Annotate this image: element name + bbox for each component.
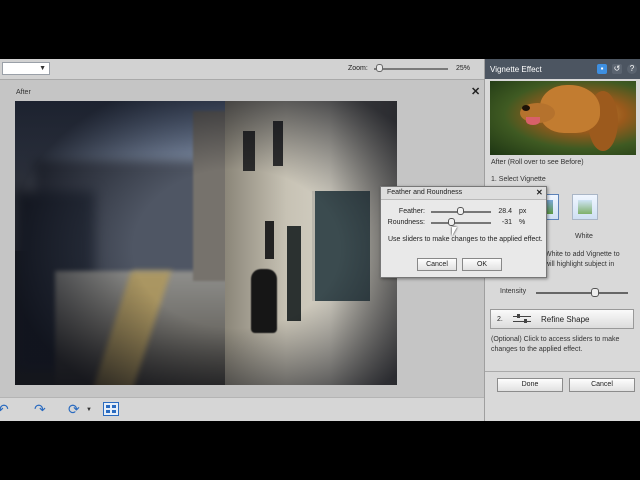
undo-icon[interactable]: ↶ xyxy=(0,401,9,418)
refine-shape-button[interactable]: 2. Refine Shape xyxy=(490,309,634,329)
intensity-slider-handle[interactable] xyxy=(591,288,599,297)
vignette-overlay xyxy=(15,101,397,385)
roundness-unit: % xyxy=(519,219,526,226)
refine-help-text: (Optional) Click to access sliders to ma… xyxy=(491,336,620,353)
mouse-cursor-icon xyxy=(452,227,457,236)
roundness-value: -31 xyxy=(501,219,512,226)
bottom-toolbar: ↶ ↷ ⟳ ▼ xyxy=(0,397,484,421)
refine-shape-label: Refine Shape xyxy=(541,315,590,324)
feather-unit: px xyxy=(519,208,527,215)
roundness-label: Roundness: xyxy=(387,219,425,226)
zoom-label: Zoom: xyxy=(348,65,368,72)
grid-icon[interactable] xyxy=(103,402,119,416)
style-description-line2: will highlight subject in xyxy=(545,261,615,268)
refine-step-number: 2. xyxy=(497,316,503,323)
chevron-down-icon: ▼ xyxy=(39,65,46,72)
refresh-icon[interactable]: ↺ xyxy=(612,64,622,74)
close-icon[interactable]: ✕ xyxy=(536,188,543,197)
feather-slider-handle[interactable] xyxy=(457,207,464,215)
dialog-title: Feather and Roundness xyxy=(387,189,463,196)
redo-icon[interactable]: ↷ xyxy=(34,401,46,418)
preview-caption: After (Roll over to see Before) xyxy=(491,159,584,166)
help-icon[interactable]: ? xyxy=(627,64,637,74)
panel-title: Vignette Effect xyxy=(490,65,542,74)
dialog-ok-button[interactable]: OK xyxy=(462,258,502,271)
intensity-label: Intensity xyxy=(500,288,527,295)
feather-roundness-dialog: Feather and Roundness ✕ Feather: 28.4 px… xyxy=(380,186,547,278)
white-vignette-option[interactable] xyxy=(572,194,598,220)
white-option-label: White xyxy=(575,233,593,240)
roundness-slider[interactable] xyxy=(431,222,491,224)
view-mode-select[interactable]: ▼ xyxy=(2,62,50,75)
zoom-value: 25% xyxy=(456,65,471,72)
rotate-icon[interactable]: ⟳ xyxy=(68,401,80,418)
photo-canvas[interactable] xyxy=(15,101,397,385)
intensity-slider[interactable] xyxy=(536,292,628,294)
dialog-cancel-button[interactable]: Cancel xyxy=(417,258,457,271)
roundness-slider-handle[interactable] xyxy=(448,218,455,226)
chevron-down-icon[interactable]: ▼ xyxy=(86,407,92,413)
dialog-help-text: Use sliders to make changes to the appli… xyxy=(388,236,543,243)
zoom-slider-handle[interactable] xyxy=(376,64,383,72)
cancel-button[interactable]: Cancel xyxy=(569,378,635,392)
divider xyxy=(485,371,640,372)
zoom-slider[interactable] xyxy=(374,68,448,70)
image-icon[interactable]: ▪ xyxy=(597,64,607,74)
style-description-line1: White to add Vignette to xyxy=(545,251,620,258)
panel-header: Vignette Effect ▪ ↺ ? xyxy=(485,59,640,79)
feather-value: 28.4 xyxy=(498,208,512,215)
view-label: After xyxy=(16,89,31,96)
done-button[interactable]: Done xyxy=(497,378,563,392)
close-icon[interactable]: ✕ xyxy=(471,85,480,98)
sliders-icon xyxy=(513,314,531,324)
feather-label: Feather: xyxy=(398,208,425,215)
top-toolbar: ▼ Zoom: 25% xyxy=(0,59,484,80)
dialog-titlebar: Feather and Roundness ✕ xyxy=(381,187,546,200)
preview-image[interactable] xyxy=(490,81,636,155)
step1-label: 1. Select Vignette xyxy=(491,176,546,183)
